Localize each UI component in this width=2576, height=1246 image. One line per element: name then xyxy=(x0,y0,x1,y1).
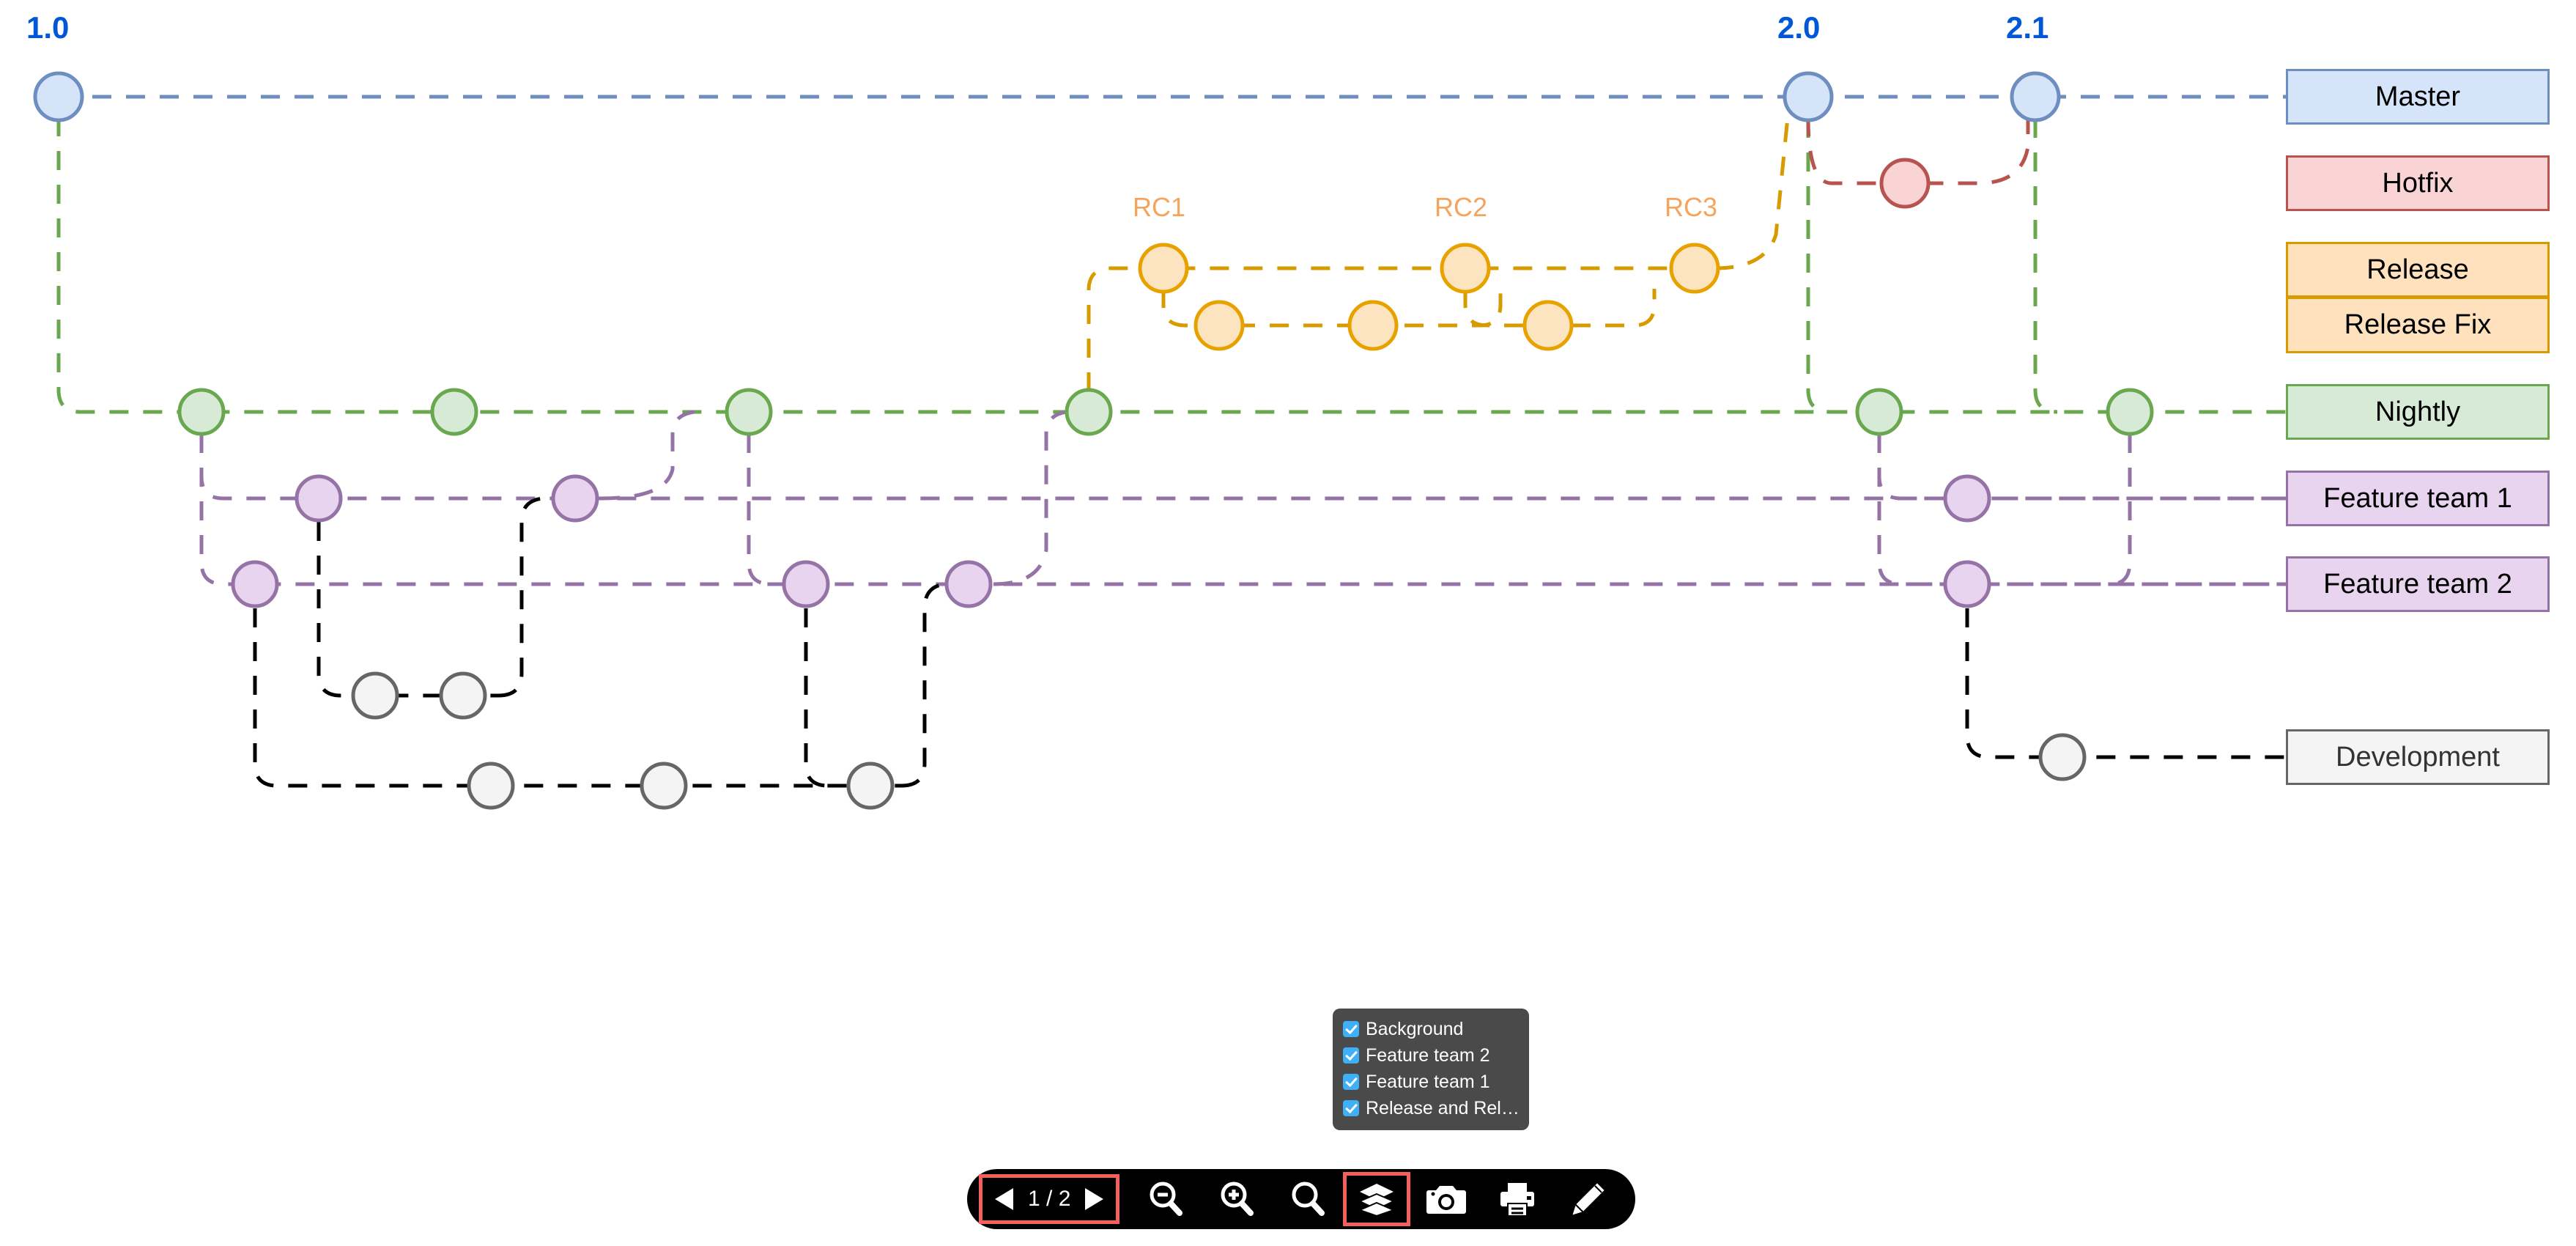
zoom-out-button[interactable] xyxy=(1130,1173,1201,1225)
triangle-right-icon xyxy=(1085,1188,1104,1210)
lane-label-nightly[interactable]: Nightly xyxy=(2286,384,2550,440)
lane-label-release-fix[interactable]: Release Fix xyxy=(2286,298,2550,353)
commit-node-development[interactable] xyxy=(351,671,2087,810)
commit-node-hotfix[interactable] xyxy=(1879,158,1931,209)
branching-diagram: .ln{fill:none;stroke-width:5;stroke-line… xyxy=(33,71,2286,810)
layers-popup[interactable]: Background Feature team 2 Feature team 1… xyxy=(1333,1009,1529,1130)
release-candidate-tag-rc1: RC1 xyxy=(1133,192,1186,222)
page-indicator: 1 / 2 xyxy=(1028,1187,1071,1211)
layer-item-feature-team-1[interactable]: Feature team 1 xyxy=(1333,1069,1529,1095)
print-button[interactable] xyxy=(1481,1173,1552,1225)
triangle-left-icon xyxy=(995,1188,1013,1210)
lane-label-release[interactable]: Release xyxy=(2286,242,2550,298)
previous-page-button[interactable] xyxy=(987,1174,1021,1224)
version-tag-2-1: 2.1 xyxy=(2006,10,2049,45)
lane-label-development[interactable]: Development xyxy=(2286,729,2550,785)
version-tag-1-0: 1.0 xyxy=(26,10,70,45)
layer-item-feature-team-2[interactable]: Feature team 2 xyxy=(1333,1042,1529,1069)
layer-item-release-and-release-fix[interactable]: Release and Relea… xyxy=(1333,1095,1529,1121)
layer-label: Feature team 2 xyxy=(1366,1044,1490,1066)
checkbox-checked-icon[interactable] xyxy=(1343,1074,1359,1090)
checkbox-checked-icon[interactable] xyxy=(1343,1100,1359,1116)
development-branch-lines xyxy=(253,496,2286,788)
layer-label: Feature team 1 xyxy=(1366,1071,1490,1092)
viewer-toolbar: 1 / 2 xyxy=(967,1169,1635,1229)
zoom-in-icon xyxy=(1221,1182,1254,1216)
camera-icon xyxy=(1426,1186,1466,1214)
lane-label-master[interactable]: Master xyxy=(2286,69,2550,125)
lane-label-feature-team-2[interactable]: Feature team 2 xyxy=(2286,556,2550,612)
layer-label: Release and Relea… xyxy=(1366,1097,1529,1118)
zoom-out-icon xyxy=(1150,1182,1182,1216)
magnifier-icon xyxy=(1292,1182,1325,1216)
release-candidate-tag-rc2: RC2 xyxy=(1435,192,1488,222)
lane-label-hotfix[interactable]: Hotfix xyxy=(2286,155,2550,211)
layers-icon xyxy=(1358,1184,1396,1217)
release-candidate-tag-rc3: RC3 xyxy=(1665,192,1718,222)
printer-icon xyxy=(1500,1183,1534,1217)
snapshot-button[interactable] xyxy=(1410,1173,1481,1225)
next-page-button[interactable] xyxy=(1078,1174,1111,1224)
layers-button[interactable] xyxy=(1343,1172,1411,1226)
pencil-icon xyxy=(1570,1181,1606,1217)
zoom-reset-button[interactable] xyxy=(1272,1173,1343,1225)
checkbox-checked-icon[interactable] xyxy=(1343,1047,1359,1063)
layer-label: Background xyxy=(1366,1018,1464,1039)
checkbox-checked-icon[interactable] xyxy=(1343,1021,1359,1037)
edit-button[interactable] xyxy=(1552,1173,1624,1225)
layer-item-background[interactable]: Background xyxy=(1333,1016,1529,1042)
zoom-in-button[interactable] xyxy=(1201,1173,1272,1225)
lane-label-feature-team-1[interactable]: Feature team 1 xyxy=(2286,471,2550,526)
version-tag-2-0: 2.0 xyxy=(1777,10,1821,45)
page-navigator: 1 / 2 xyxy=(979,1174,1120,1224)
